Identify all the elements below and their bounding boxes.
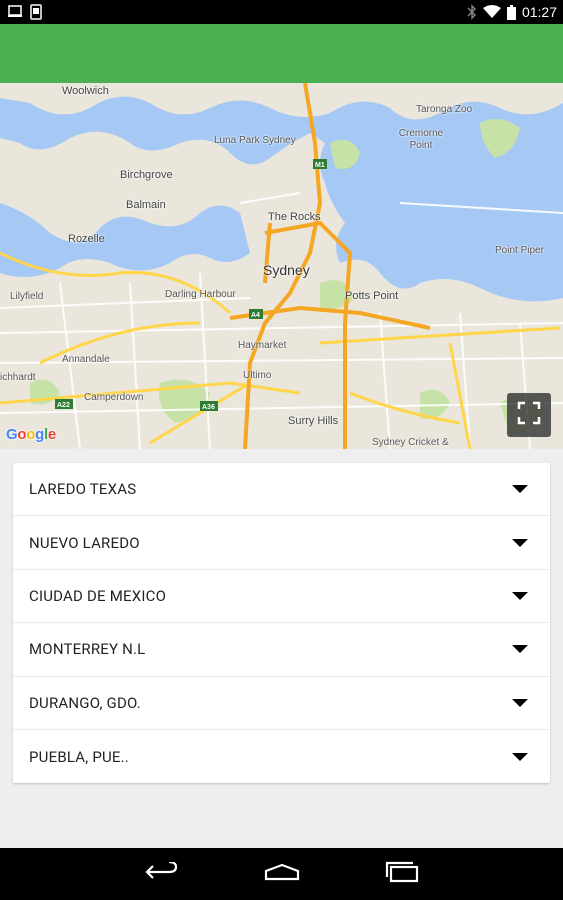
bluetooth-icon	[467, 4, 477, 20]
status-time: 01:27	[521, 4, 557, 20]
list-item[interactable]: MONTERREY N.L	[13, 623, 550, 677]
app-toolbar	[0, 24, 563, 83]
fullscreen-icon	[517, 401, 541, 429]
dropdown-arrow-icon[interactable]	[512, 485, 528, 494]
recents-button[interactable]	[378, 858, 426, 890]
map-label-haymarket: Haymarket	[238, 340, 287, 351]
map-label-lilyfield: Lilyfield	[10, 291, 44, 302]
list-item[interactable]: CIUDAD DE MEXICO	[13, 570, 550, 624]
road-badge-a36: A36	[202, 404, 215, 411]
fullscreen-button[interactable]	[507, 393, 551, 437]
dropdown-arrow-icon[interactable]	[512, 591, 528, 600]
map-label-annandale: Annandale	[62, 354, 110, 365]
dropdown-arrow-icon[interactable]	[512, 752, 528, 761]
status-system: 01:27	[467, 0, 557, 24]
list-item-label: CIUDAD DE MEXICO	[29, 586, 167, 605]
map-label-surry-hills: Surry Hills	[288, 415, 339, 427]
dropdown-arrow-icon[interactable]	[512, 538, 528, 547]
map-label-rozelle: Rozelle	[68, 233, 105, 245]
back-icon	[145, 860, 179, 886]
list-item-label: PUEBLA, PUE..	[29, 747, 129, 766]
map-view[interactable]: M1 A4 A22 A36 Woolwich Taronga Zoo Luna …	[0, 83, 563, 449]
locations-list: LAREDO TEXAS NUEVO LAREDO CIUDAD DE MEXI…	[13, 463, 550, 783]
map-label-luna-park: Luna Park Sydney	[214, 135, 296, 146]
road-badge-a4: A4	[251, 312, 260, 319]
list-item[interactable]: LAREDO TEXAS	[13, 463, 550, 517]
home-icon	[264, 863, 300, 885]
list-item[interactable]: DURANGO, GDO.	[13, 677, 550, 730]
dropdown-arrow-icon[interactable]	[512, 645, 528, 654]
road-badge-m1: M1	[315, 162, 325, 169]
map-label-sydney: Sydney	[263, 262, 310, 278]
list-item-label: NUEVO LAREDO	[29, 533, 140, 552]
list-item-label: MONTERREY N.L	[29, 640, 146, 659]
phone-icon	[30, 4, 42, 20]
map-label-leichhardt: ichhardt	[0, 372, 36, 383]
list-item[interactable]: PUEBLA, PUE..	[13, 730, 550, 783]
list-item-label: DURANGO, GDO.	[29, 693, 141, 712]
map-label-balmain: Balmain	[126, 199, 166, 211]
map-label-ultimo: Ultimo	[243, 370, 272, 381]
status-notifications	[8, 4, 42, 20]
battery-icon	[506, 4, 516, 20]
list-item[interactable]: NUEVO LAREDO	[13, 516, 550, 570]
recents-icon	[385, 861, 419, 887]
map-label-camperdown: Camperdown	[84, 392, 144, 403]
map-label-sydney-cricket: Sydney Cricket &	[372, 437, 449, 448]
dropdown-arrow-icon[interactable]	[512, 698, 528, 707]
image-icon	[8, 4, 22, 20]
map-label-point-piper: Point Piper	[495, 245, 544, 256]
map-label-cremorne-point: Cremorne Point	[398, 128, 444, 151]
road-badge-a22: A22	[57, 402, 70, 409]
wifi-icon	[482, 5, 501, 19]
system-nav-bar	[0, 848, 563, 900]
map-label-darling-harbour: Darling Harbour	[165, 289, 236, 300]
map-label-taronga-zoo: Taronga Zoo	[416, 104, 473, 115]
home-button[interactable]	[258, 858, 306, 890]
map-label-woolwich: Woolwich	[62, 85, 109, 97]
google-attribution-logo[interactable]: Google	[6, 426, 56, 443]
map-label-the-rocks: The Rocks	[268, 211, 321, 223]
status-bar: 01:27	[0, 0, 563, 24]
list-item-label: LAREDO TEXAS	[29, 480, 137, 499]
back-button[interactable]	[138, 858, 186, 890]
map-label-potts-point: Potts Point	[345, 290, 399, 302]
map-label-birchgrove: Birchgrove	[120, 169, 173, 181]
